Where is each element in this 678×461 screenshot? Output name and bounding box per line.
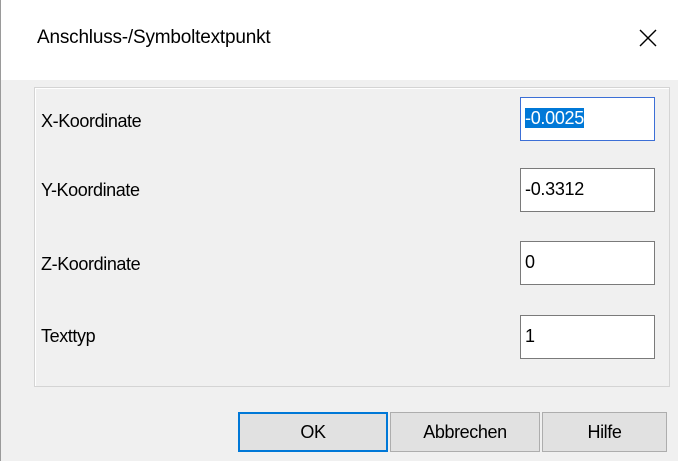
z-coordinate-value: 0	[525, 252, 535, 272]
y-coordinate-input[interactable]: -0.3312	[520, 168, 655, 212]
y-coordinate-label: Y-Koordinate	[41, 180, 140, 200]
texttyp-input[interactable]: 1	[520, 315, 655, 359]
texttyp-label: Texttyp	[41, 326, 96, 346]
close-button[interactable]	[618, 16, 678, 60]
close-icon	[638, 28, 658, 48]
dialog-window: Anschluss-/Symboltextpunkt X-Koordinate …	[0, 0, 678, 461]
x-coordinate-input[interactable]: -0.0025	[520, 97, 655, 141]
z-coordinate-input[interactable]: 0	[520, 241, 655, 285]
help-button[interactable]: Hilfe	[542, 412, 667, 452]
ok-button[interactable]: OK	[238, 412, 388, 452]
y-coordinate-value: -0.3312	[525, 179, 584, 199]
title-bar[interactable]: Anschluss-/Symboltextpunkt	[1, 0, 678, 80]
cancel-button[interactable]: Abbrechen	[390, 412, 540, 452]
x-coordinate-value: -0.0025	[525, 108, 584, 128]
z-coordinate-label: Z-Koordinate	[41, 254, 141, 274]
texttyp-value: 1	[525, 326, 535, 346]
x-coordinate-label: X-Koordinate	[41, 111, 142, 131]
window-title: Anschluss-/Symboltextpunkt	[37, 27, 271, 48]
